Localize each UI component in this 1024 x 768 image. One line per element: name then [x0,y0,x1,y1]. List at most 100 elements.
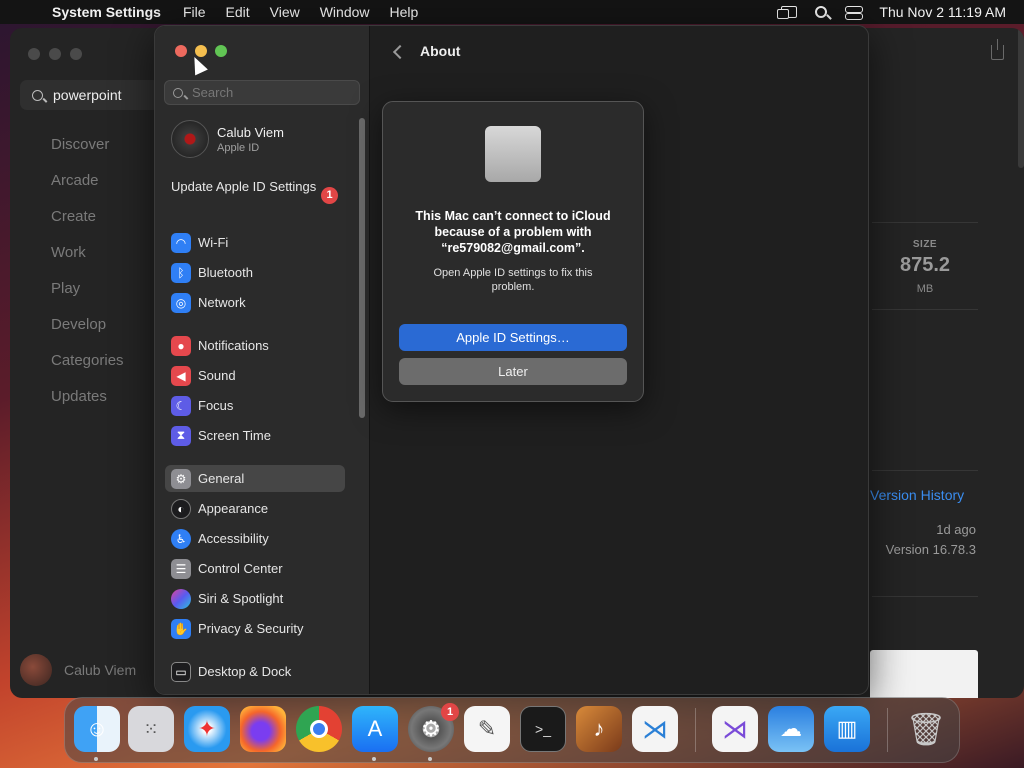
sidebar-item-notifications[interactable]: ● Notifications [165,332,345,359]
notification-badge: 1 [321,187,338,204]
later-button[interactable]: Later [399,358,627,385]
running-indicator [94,757,98,761]
zoom-button[interactable] [215,45,227,57]
app-store-icon[interactable]: A [352,706,398,752]
nav-work[interactable]: Work [51,242,124,278]
size-unit: MB [916,283,934,295]
app-store-search-value: powerpoint [53,87,122,103]
menu-help[interactable]: Help [390,4,419,20]
appearance-icon: ◐ [171,498,191,519]
notification-badge: 1 [441,703,459,721]
screen-mirroring-icon[interactable] [777,6,798,19]
dock-separator [887,708,888,752]
speaker-icon: ◀ [171,365,191,386]
nav-arcade[interactable]: Arcade [51,170,124,206]
settings-search-field[interactable] [164,80,360,105]
avatar [171,120,209,158]
sidebar-item-control-center[interactable]: ☰ Control Center [165,555,345,582]
sidebar-item-label: Notifications [198,338,269,353]
sidebar-item-label: Siri & Spotlight [198,591,284,606]
sidebar-item-sound[interactable]: ◀ Sound [165,362,345,389]
back-chevron-icon[interactable] [391,44,405,60]
sidebar-item-label: Bluetooth [198,265,253,280]
weather-icon[interactable]: ☁ [768,706,814,752]
menu-window[interactable]: Window [320,4,370,20]
menu-bar: System Settings File Edit View Window He… [0,0,1024,24]
nav-discover[interactable]: Discover [51,134,124,170]
sidebar-item-privacy-security[interactable]: ✋ Privacy & Security [165,615,345,642]
sidebar-item-label: Privacy & Security [198,621,304,636]
size-value: 875.2 [899,254,951,276]
alert-message: Open Apple ID settings to fix this probl… [433,267,593,293]
launchpad-icon[interactable]: ⁙ [128,706,174,752]
apple-id-profile[interactable]: Calub Viem Apple ID [171,120,284,158]
settings-sidebar: Calub Viem Apple ID Update Apple ID Sett… [155,26,370,694]
trash-icon[interactable]: 🗑 [903,706,949,752]
search-icon [32,89,43,101]
nav-play[interactable]: Play [51,278,124,314]
chrome-icon[interactable] [296,706,342,752]
visual-studio-icon[interactable]: ⋊ [712,706,758,752]
finder-icon[interactable]: ☺ [74,706,120,752]
sidebar-scrollbar[interactable] [359,118,365,418]
updated-ago: 1d ago [936,522,976,537]
menu-edit[interactable]: Edit [226,4,250,20]
garageband-icon[interactable]: ♪ [576,706,622,752]
siri-icon [171,588,191,609]
menu-app-name[interactable]: System Settings [52,4,161,20]
profile-sub: Apple ID [217,141,260,154]
apple-id-settings-button[interactable]: Apple ID Settings… [399,324,627,351]
sidebar-item-label: Screen Time [198,428,271,443]
nav-create[interactable]: Create [51,206,124,242]
spotlight-search-icon[interactable] [815,6,828,18]
version-number: Version 16.78.3 [885,542,976,557]
nav-categories[interactable]: Categories [51,350,124,386]
nav-updates[interactable]: Updates [51,386,124,422]
app-store-scrollbar[interactable] [1018,28,1024,168]
share-icon[interactable] [991,39,1004,60]
app-store-user[interactable]: Calub Viem [20,654,136,686]
screenshot-thumbnail[interactable] [870,650,978,698]
menu-view[interactable]: View [270,4,300,20]
sidebar-item-label: Sound [198,368,236,383]
sidebar-item-network[interactable]: ◎ Network [165,289,345,316]
vscode-icon[interactable]: ⋊ [632,706,678,752]
version-history-link[interactable]: Version History [870,487,964,503]
minimize-icon[interactable] [49,48,61,60]
keynote-icon[interactable]: ▥ [824,706,870,752]
sidebar-item-label: Accessibility [198,531,269,546]
close-icon[interactable] [28,48,40,60]
nav-develop[interactable]: Develop [51,314,124,350]
sidebar-item-general[interactable]: ⚙ General [165,465,345,492]
running-indicator [428,757,432,761]
sidebar-item-appearance[interactable]: ◐ Appearance [165,495,345,522]
page-title: About [420,43,461,59]
dock: ☺ ⁙ ✦ A ⚙ 1 ✎ >_ ♪ ⋊ ⋊ ☁ ▥ 🗑 [64,697,960,763]
app-store-search-field[interactable]: powerpoint [20,80,160,110]
size-label: SIZE [912,239,938,250]
dock-separator [695,708,696,752]
sidebar-item-wifi[interactable]: ◠ Wi-Fi [165,229,345,256]
sidebar-item-focus[interactable]: ☾ Focus [165,392,345,419]
textedit-icon[interactable]: ✎ [464,706,510,752]
zoom-icon[interactable] [70,48,82,60]
firefox-icon[interactable] [240,706,286,752]
update-apple-id-settings[interactable]: Update Apple ID Settings [171,179,341,195]
settings-search-input[interactable] [192,85,342,100]
sidebar-item-label: Desktop & Dock [198,664,292,679]
terminal-icon[interactable]: >_ [520,706,566,752]
alert-title: This Mac can’t connect to iCloud because… [415,209,611,255]
safari-icon[interactable]: ✦ [184,706,230,752]
close-button[interactable] [175,45,187,57]
menu-file[interactable]: File [183,4,206,20]
profile-name: Calub Viem [217,124,284,140]
running-indicator [372,757,376,761]
sidebar-item-accessibility[interactable]: ♿ Accessibility [165,525,345,552]
menu-clock[interactable]: Thu Nov 2 11:19 AM [879,4,1006,20]
hand-icon: ✋ [171,618,191,639]
sidebar-item-siri-spotlight[interactable]: Siri & Spotlight [165,585,345,612]
sidebar-item-screen-time[interactable]: ⧗ Screen Time [165,422,345,449]
sidebar-item-bluetooth[interactable]: ᛒ Bluetooth [165,259,345,286]
control-center-icon[interactable] [845,5,864,20]
sidebar-item-desktop-dock[interactable]: ▭ Desktop & Dock [165,658,345,685]
